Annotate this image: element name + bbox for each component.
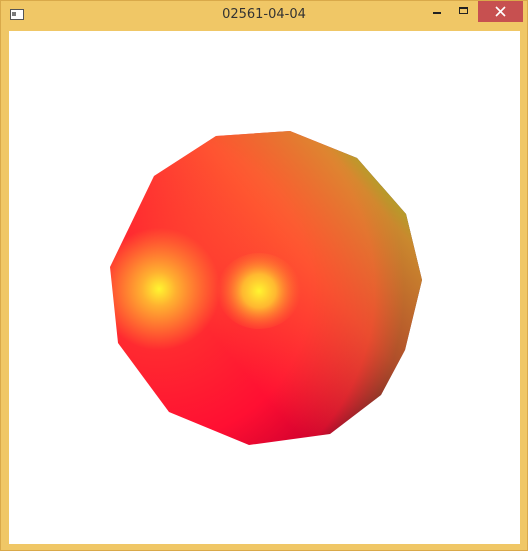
sphere-scene (110, 131, 422, 445)
close-icon (495, 6, 506, 17)
maximize-button[interactable] (450, 1, 478, 22)
close-button[interactable] (478, 1, 523, 22)
application-window: 02561-04-04 (0, 0, 528, 551)
render-canvas[interactable] (9, 31, 520, 544)
sphere-specular-highlight (217, 253, 301, 329)
title-bar[interactable]: 02561-04-04 (1, 1, 527, 31)
minimize-button[interactable] (422, 1, 450, 22)
minimize-icon (433, 12, 441, 14)
maximize-icon (459, 7, 468, 14)
